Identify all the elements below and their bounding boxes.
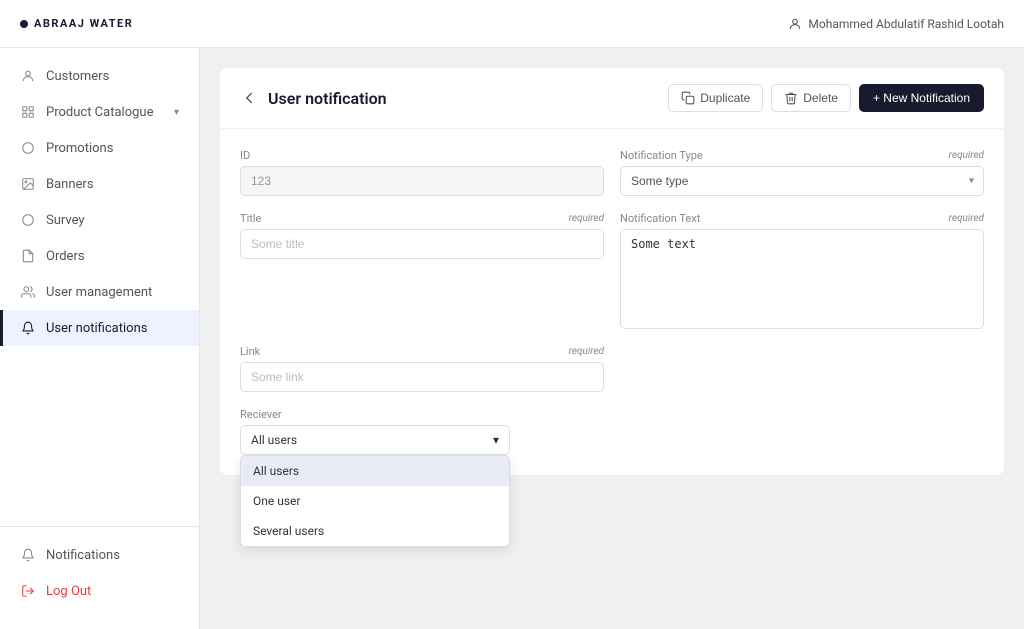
- sidebar-item-user-notifications[interactable]: User notifications: [0, 310, 199, 346]
- title-label-row: Title required: [240, 212, 604, 225]
- link-group: Link required: [240, 345, 604, 392]
- notification-type-select[interactable]: Some type Type A Type B: [620, 166, 984, 196]
- circle-icon: [20, 212, 36, 228]
- file-icon: [20, 248, 36, 264]
- image-icon: [20, 176, 36, 192]
- id-group: ID: [240, 149, 604, 196]
- users-icon: [20, 284, 36, 300]
- logo-text: ABRAAJ WATER: [34, 17, 133, 30]
- main-layout: Customers Product Catalogue ▾ Promotions: [0, 48, 1024, 629]
- back-button[interactable]: [240, 89, 258, 107]
- link-label: Link: [240, 345, 260, 358]
- new-notification-button[interactable]: + New Notification: [859, 84, 984, 112]
- delete-button[interactable]: Delete: [771, 84, 851, 112]
- form-row-1: ID Notification Type required Some type: [240, 149, 984, 196]
- content-area: User notification Duplicate Delete + New…: [200, 48, 1024, 629]
- notification-type-label-row: Notification Type required: [620, 149, 984, 162]
- sidebar-item-customers[interactable]: Customers: [0, 58, 199, 94]
- sidebar-label: Survey: [46, 213, 85, 228]
- chevron-down-icon: ▾: [174, 107, 179, 118]
- receiver-option-one-user[interactable]: One user: [241, 486, 509, 516]
- sidebar-item-orders[interactable]: Orders: [0, 238, 199, 274]
- bell-icon: [20, 547, 36, 563]
- sidebar-item-user-management[interactable]: User management: [0, 274, 199, 310]
- notification-type-label: Notification Type: [620, 149, 703, 162]
- grid-icon: [20, 104, 36, 120]
- person-icon: [788, 17, 802, 31]
- notification-type-required: required: [949, 150, 984, 161]
- id-label: ID: [240, 149, 250, 162]
- link-label-row: Link required: [240, 345, 604, 358]
- form-row-3: Link required: [240, 345, 984, 392]
- link-input[interactable]: [240, 362, 604, 392]
- title-label: Title: [240, 212, 261, 225]
- receiver-dropdown-list: All users One user Several users: [240, 455, 510, 547]
- receiver-selected-value: All users: [251, 433, 297, 447]
- form-row-2: Title required Notification Text require…: [240, 212, 984, 329]
- tag-icon: [20, 140, 36, 156]
- notification-text-label: Notification Text: [620, 212, 700, 225]
- title-required: required: [569, 213, 604, 224]
- logout-icon: [20, 583, 36, 599]
- sidebar-label: Promotions: [46, 141, 113, 156]
- sidebar-label: User notifications: [46, 321, 147, 336]
- sidebar-label: Customers: [46, 69, 109, 84]
- delete-label: Delete: [803, 91, 838, 105]
- form-area: ID Notification Type required Some type: [220, 129, 1004, 475]
- sidebar-item-notifications[interactable]: Notifications: [0, 537, 199, 573]
- sidebar-bottom: Notifications Log Out: [0, 526, 199, 619]
- receiver-label: Reciever: [240, 408, 282, 421]
- notification-type-select-wrapper: Some type Type A Type B ▾: [620, 166, 984, 196]
- notification-type-group: Notification Type required Some type Typ…: [620, 149, 984, 196]
- duplicate-label: Duplicate: [700, 91, 750, 105]
- sidebar-item-promotions[interactable]: Promotions: [0, 130, 199, 166]
- sidebar-label: Orders: [46, 249, 85, 264]
- person-icon: [20, 68, 36, 84]
- sidebar-item-product-catalogue[interactable]: Product Catalogue ▾: [0, 94, 199, 130]
- notification-text-required: required: [949, 213, 984, 224]
- id-label-row: ID: [240, 149, 604, 162]
- receiver-section: Reciever All users ▾ All users One user …: [240, 408, 984, 455]
- duplicate-icon: [681, 91, 695, 105]
- sidebar-label: Product Catalogue: [46, 105, 153, 120]
- receiver-dropdown-wrapper: All users ▾ All users One user Several u…: [240, 425, 984, 455]
- sidebar-item-banners[interactable]: Banners: [0, 166, 199, 202]
- page-title: User notification: [268, 89, 387, 108]
- id-input: [240, 166, 604, 196]
- new-notification-label: + New Notification: [873, 91, 970, 105]
- page-actions: Duplicate Delete + New Notification: [668, 84, 984, 112]
- sidebar-item-survey[interactable]: Survey: [0, 202, 199, 238]
- sidebar-label: Log Out: [46, 584, 91, 599]
- sidebar-label: User management: [46, 285, 152, 300]
- notification-text-label-row: Notification Text required: [620, 212, 984, 225]
- sidebar-nav: Customers Product Catalogue ▾ Promotions: [0, 58, 199, 526]
- sidebar-label: Banners: [46, 177, 94, 192]
- page-card: User notification Duplicate Delete + New…: [220, 68, 1004, 475]
- sidebar-item-logout[interactable]: Log Out: [0, 573, 199, 609]
- topbar-user: Mohammed Abdulatif Rashid Lootah: [788, 17, 1004, 31]
- logo-dot: [20, 20, 28, 28]
- title-group: Title required: [240, 212, 604, 259]
- page-header: User notification Duplicate Delete + New…: [220, 68, 1004, 129]
- spacer: [620, 345, 984, 392]
- title-input[interactable]: [240, 229, 604, 259]
- link-required: required: [569, 346, 604, 357]
- receiver-option-all-users[interactable]: All users: [241, 456, 509, 486]
- app-logo: ABRAAJ WATER: [20, 17, 133, 30]
- receiver-option-several-users[interactable]: Several users: [241, 516, 509, 546]
- page-title-area: User notification: [240, 89, 387, 108]
- sidebar-label: Notifications: [46, 548, 120, 563]
- duplicate-button[interactable]: Duplicate: [668, 84, 763, 112]
- trash-icon: [784, 91, 798, 105]
- username-text: Mohammed Abdulatif Rashid Lootah: [808, 17, 1004, 31]
- sidebar: Customers Product Catalogue ▾ Promotions: [0, 48, 200, 629]
- bell-icon: [20, 320, 36, 336]
- chevron-down-icon: ▾: [493, 433, 499, 447]
- notification-text-group: Notification Text required Some text: [620, 212, 984, 329]
- receiver-select-button[interactable]: All users ▾: [240, 425, 510, 455]
- receiver-label-row: Reciever: [240, 408, 510, 421]
- topbar: ABRAAJ WATER Mohammed Abdulatif Rashid L…: [0, 0, 1024, 48]
- notification-text-input[interactable]: Some text: [620, 229, 984, 329]
